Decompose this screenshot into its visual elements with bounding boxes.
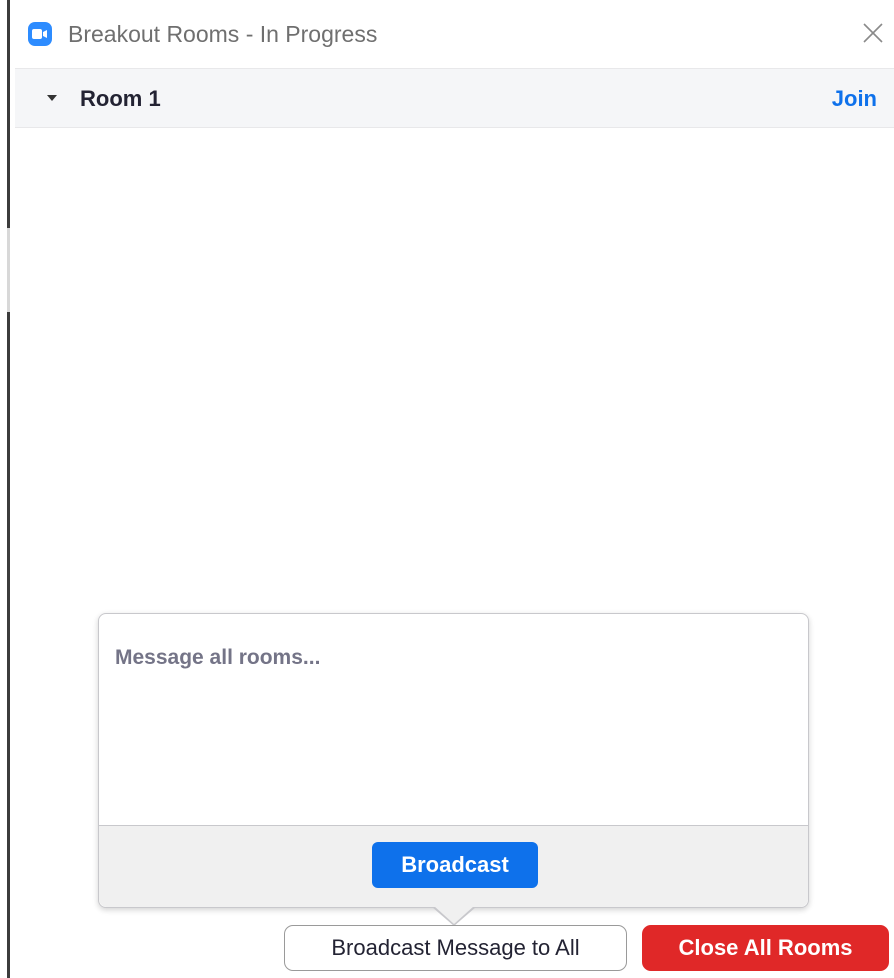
broadcast-message-popup: Broadcast bbox=[98, 613, 809, 908]
popup-pointer bbox=[434, 906, 474, 924]
caret-down-icon[interactable] bbox=[47, 95, 57, 101]
window-title: Breakout Rooms - In Progress bbox=[68, 21, 378, 47]
popup-footer: Broadcast bbox=[99, 825, 808, 907]
zoom-camera-icon bbox=[28, 22, 52, 46]
room-row[interactable]: Room 1 Join bbox=[15, 68, 894, 128]
join-room-link[interactable]: Join bbox=[832, 86, 877, 112]
close-icon[interactable] bbox=[862, 22, 884, 44]
broadcast-button[interactable]: Broadcast bbox=[372, 842, 538, 888]
close-all-rooms-button[interactable]: Close All Rooms bbox=[642, 925, 889, 971]
window-left-border bbox=[7, 0, 10, 978]
broadcast-message-to-all-button[interactable]: Broadcast Message to All bbox=[284, 925, 627, 971]
window-left-border-highlight bbox=[7, 228, 10, 312]
breakout-rooms-window: Breakout Rooms - In Progress Room 1 Join… bbox=[0, 0, 894, 978]
broadcast-message-input[interactable] bbox=[99, 614, 808, 825]
title-bar: Breakout Rooms - In Progress bbox=[10, 0, 894, 68]
room-name: Room 1 bbox=[80, 86, 161, 111]
